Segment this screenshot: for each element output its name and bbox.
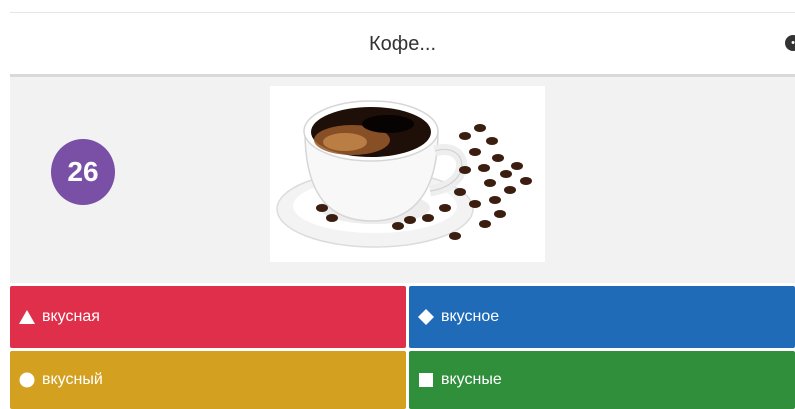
countdown-timer: 26	[51, 139, 115, 205]
answer-label: вкусные	[441, 371, 502, 388]
answer-option-4[interactable]: вкусные	[409, 351, 795, 409]
triangle-icon	[19, 310, 35, 324]
answer-label: вкусное	[441, 308, 500, 325]
square-icon	[419, 373, 433, 387]
coffee-cup-image	[276, 100, 532, 248]
answer-label: вкусная	[42, 308, 100, 325]
answer-option-1[interactable]: вкусная	[10, 286, 406, 348]
answer-option-3[interactable]: вкусный	[10, 351, 406, 409]
circle-icon	[19, 372, 35, 388]
notification-badge-icon[interactable]: •	[785, 35, 795, 51]
question-header: Кофе... •	[10, 13, 795, 75]
question-image	[270, 86, 545, 262]
timer-count: 26	[67, 156, 99, 187]
diamond-icon	[418, 309, 434, 325]
answer-label: вкусный	[42, 371, 103, 388]
question-title: Кофе...	[368, 32, 437, 55]
answer-option-2[interactable]: вкусное	[409, 286, 795, 348]
